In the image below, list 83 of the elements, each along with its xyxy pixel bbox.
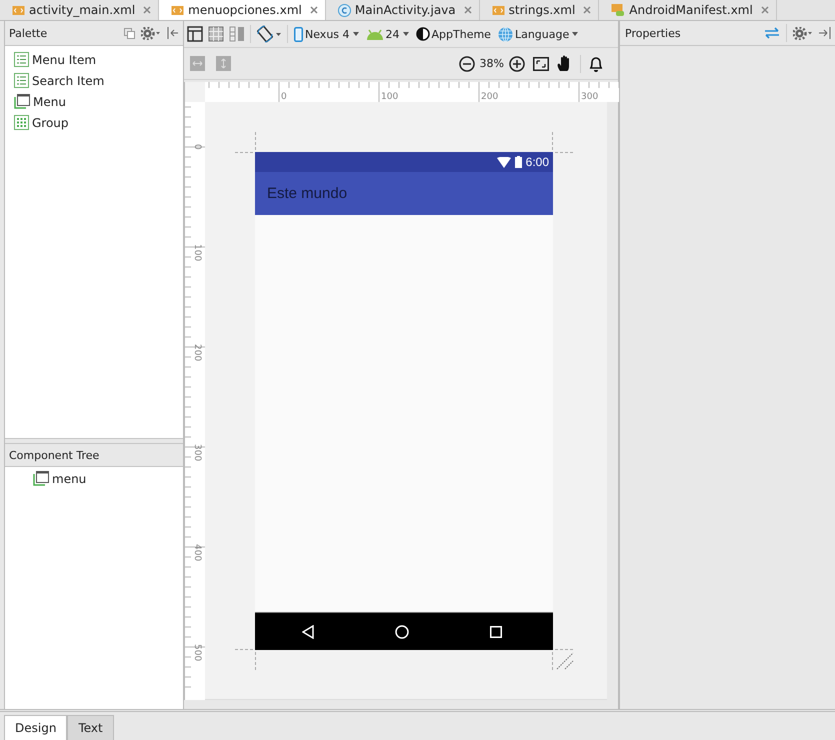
hide-panel-icon[interactable] (167, 27, 179, 39)
xml-file-icon (492, 4, 505, 16)
close-icon[interactable] (310, 6, 318, 14)
hide-panel-icon[interactable] (819, 27, 831, 39)
close-icon[interactable] (583, 6, 592, 14)
manifest-file-icon (611, 3, 626, 17)
rotate-icon[interactable] (256, 25, 282, 43)
grid-icon (14, 115, 29, 130)
panel-title: Properties (625, 26, 681, 40)
tab-label: menuopciones.xml (188, 3, 302, 17)
close-icon[interactable] (143, 6, 152, 14)
settings-icon[interactable] (793, 26, 813, 40)
ruler-label: 300 (581, 92, 598, 102)
tab-label: MainActivity.java (354, 3, 456, 17)
editor-tab[interactable]: AndroidManifest.xml (599, 0, 777, 20)
panel-title: Component Tree (9, 448, 100, 462)
ruler-label: 200 (192, 344, 202, 362)
editor-tab[interactable]: MainActivity.java (326, 0, 480, 20)
editor-tab[interactable]: strings.xml (480, 0, 600, 20)
resize-handle-icon[interactable] (556, 652, 574, 670)
palette-item[interactable]: Group (5, 112, 183, 133)
panel-title: Palette (9, 26, 48, 40)
home-icon[interactable] (394, 624, 409, 638)
palette-item-label: Group (32, 116, 69, 130)
palette-item-label: Menu Item (32, 52, 96, 66)
notification-bell-icon[interactable] (589, 56, 603, 72)
tab-label: AndroidManifest.xml (629, 3, 753, 17)
ruler-label: 100 (381, 92, 398, 102)
ruler-label: 0 (281, 92, 287, 102)
recents-icon[interactable] (490, 626, 502, 638)
android-icon (366, 28, 384, 40)
palette-item[interactable]: Search Item (5, 70, 183, 91)
phone-icon (294, 26, 303, 42)
app-title: Este mundo (267, 185, 348, 202)
collapse-icon[interactable] (124, 28, 135, 38)
globe-icon (498, 26, 513, 42)
ruler-label: 200 (481, 92, 498, 102)
zoom-out-icon[interactable] (458, 56, 475, 72)
mode-tab[interactable]: Design (4, 715, 68, 740)
palette-item-label: Search Item (32, 74, 104, 88)
ruler-label: 0 (192, 144, 202, 150)
grid-view-icon[interactable] (208, 26, 224, 42)
theme-icon (416, 27, 430, 41)
close-icon[interactable] (464, 6, 472, 14)
ruler-label: 100 (192, 244, 202, 262)
language-dropdown[interactable]: Language (496, 26, 580, 42)
zoom-in-icon[interactable] (509, 56, 525, 72)
layout-icon[interactable] (187, 26, 203, 42)
swap-icon[interactable] (764, 27, 780, 39)
hand-icon[interactable] (557, 55, 572, 72)
api-level-dropdown[interactable]: 24 (364, 28, 410, 40)
xml-file-icon (171, 4, 184, 16)
zoom-level: 38% (480, 57, 504, 70)
list-icon (14, 52, 29, 67)
tab-label: activity_main.xml (29, 3, 136, 17)
caret-icon (572, 32, 578, 36)
tree-item[interactable]: menu (5, 468, 183, 489)
caret-icon (352, 32, 359, 36)
ruler-label: 400 (192, 544, 202, 562)
menu-container-icon (33, 471, 49, 486)
settings-icon[interactable] (141, 26, 161, 40)
status-time: 6:00 (526, 155, 549, 169)
close-icon[interactable] (760, 6, 769, 14)
tab-label: strings.xml (508, 3, 576, 17)
back-icon[interactable] (302, 624, 314, 638)
class-icon (338, 4, 351, 16)
theme-dropdown[interactable]: AppTheme (414, 27, 492, 41)
palette-item[interactable]: Menu (5, 91, 183, 112)
menu-container-icon (14, 94, 30, 109)
tree-item-label: menu (52, 472, 86, 486)
palette-item[interactable]: Menu Item (5, 49, 183, 70)
palette-item-label: Menu (33, 94, 66, 108)
device-dropdown[interactable]: Nexus 4 (293, 26, 360, 42)
fit-screen-icon[interactable] (533, 56, 549, 70)
caret-icon (402, 32, 409, 36)
ruler-label: 500 (192, 644, 202, 662)
list-icon (14, 73, 29, 88)
ruler-label: 300 (192, 444, 202, 462)
mode-tab[interactable]: Text (67, 715, 114, 740)
xml-file-icon (12, 4, 25, 16)
wifi-icon (496, 156, 511, 168)
editor-tab[interactable]: menuopciones.xml (159, 0, 326, 20)
battery-icon (514, 156, 522, 168)
